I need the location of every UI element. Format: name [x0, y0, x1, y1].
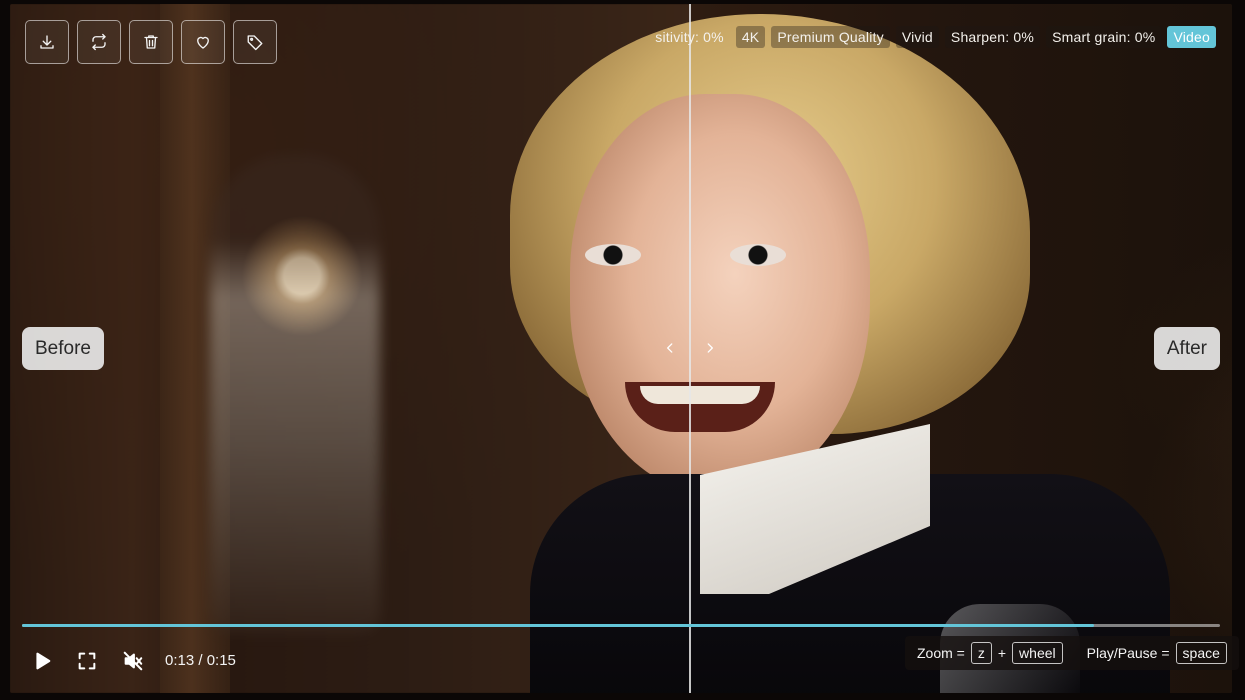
play-pause-shortcut-label: Play/Pause =: [1086, 645, 1170, 661]
toolbar: [25, 20, 277, 64]
style-tag: Vivid: [895, 26, 939, 48]
play-button[interactable]: [29, 648, 55, 674]
mute-button[interactable]: [120, 648, 146, 674]
heart-icon: [197, 36, 209, 49]
chevron-left-icon: [667, 343, 673, 353]
background-figure: [210, 154, 380, 634]
grain-tag: Smart grain: 0%: [1046, 26, 1162, 48]
plus-sign: +: [997, 645, 1007, 661]
subject-eye-right: [730, 244, 786, 266]
subject-teeth: [640, 386, 760, 404]
compare-handle-right[interactable]: [698, 336, 722, 360]
repeat-button[interactable]: [77, 20, 121, 64]
favorite-button[interactable]: [181, 20, 225, 64]
delete-button[interactable]: [129, 20, 173, 64]
seek-bar[interactable]: [22, 624, 1220, 627]
enhancement-settings: sitivity: 0% 4K Premium Quality Vivid Sh…: [655, 26, 1216, 48]
download-icon: [40, 35, 54, 49]
compare-handle-left[interactable]: [658, 336, 682, 360]
sharpen-tag: Sharpen: 0%: [944, 26, 1041, 48]
resolution-tag: 4K: [735, 26, 766, 48]
quality-tag: Premium Quality: [771, 26, 890, 48]
fullscreen-icon: [78, 652, 96, 670]
zoom-key: z: [970, 642, 992, 664]
repeat-icon: [92, 33, 106, 51]
subject-eye-left: [585, 244, 641, 266]
trash-icon: [144, 35, 158, 49]
video-viewport[interactable]: [10, 4, 1232, 693]
playback-time: 0:13 / 0:15: [165, 652, 236, 669]
seek-bar-progress: [22, 624, 1095, 627]
video-type-badge: Video: [1167, 26, 1216, 48]
download-button[interactable]: [25, 20, 69, 64]
after-label: After: [1153, 327, 1220, 370]
before-label: Before: [22, 327, 104, 370]
zoom-shortcut-label: Zoom =: [917, 645, 965, 661]
wheel-key: wheel: [1012, 642, 1063, 664]
volume-muted-icon: [123, 651, 143, 671]
fullscreen-button[interactable]: [74, 648, 100, 674]
keyboard-shortcuts-hint: Zoom = z + wheel Play/Pause = space: [905, 636, 1239, 670]
space-key: space: [1175, 642, 1227, 664]
tag-icon: [247, 35, 263, 51]
tag-button[interactable]: [233, 20, 277, 64]
subject-face: [570, 94, 870, 494]
compare-divider[interactable]: [689, 4, 691, 693]
sensitivity-tag: sitivity: 0%: [655, 29, 724, 45]
play-icon: [36, 652, 51, 670]
chevron-right-icon: [707, 343, 713, 353]
